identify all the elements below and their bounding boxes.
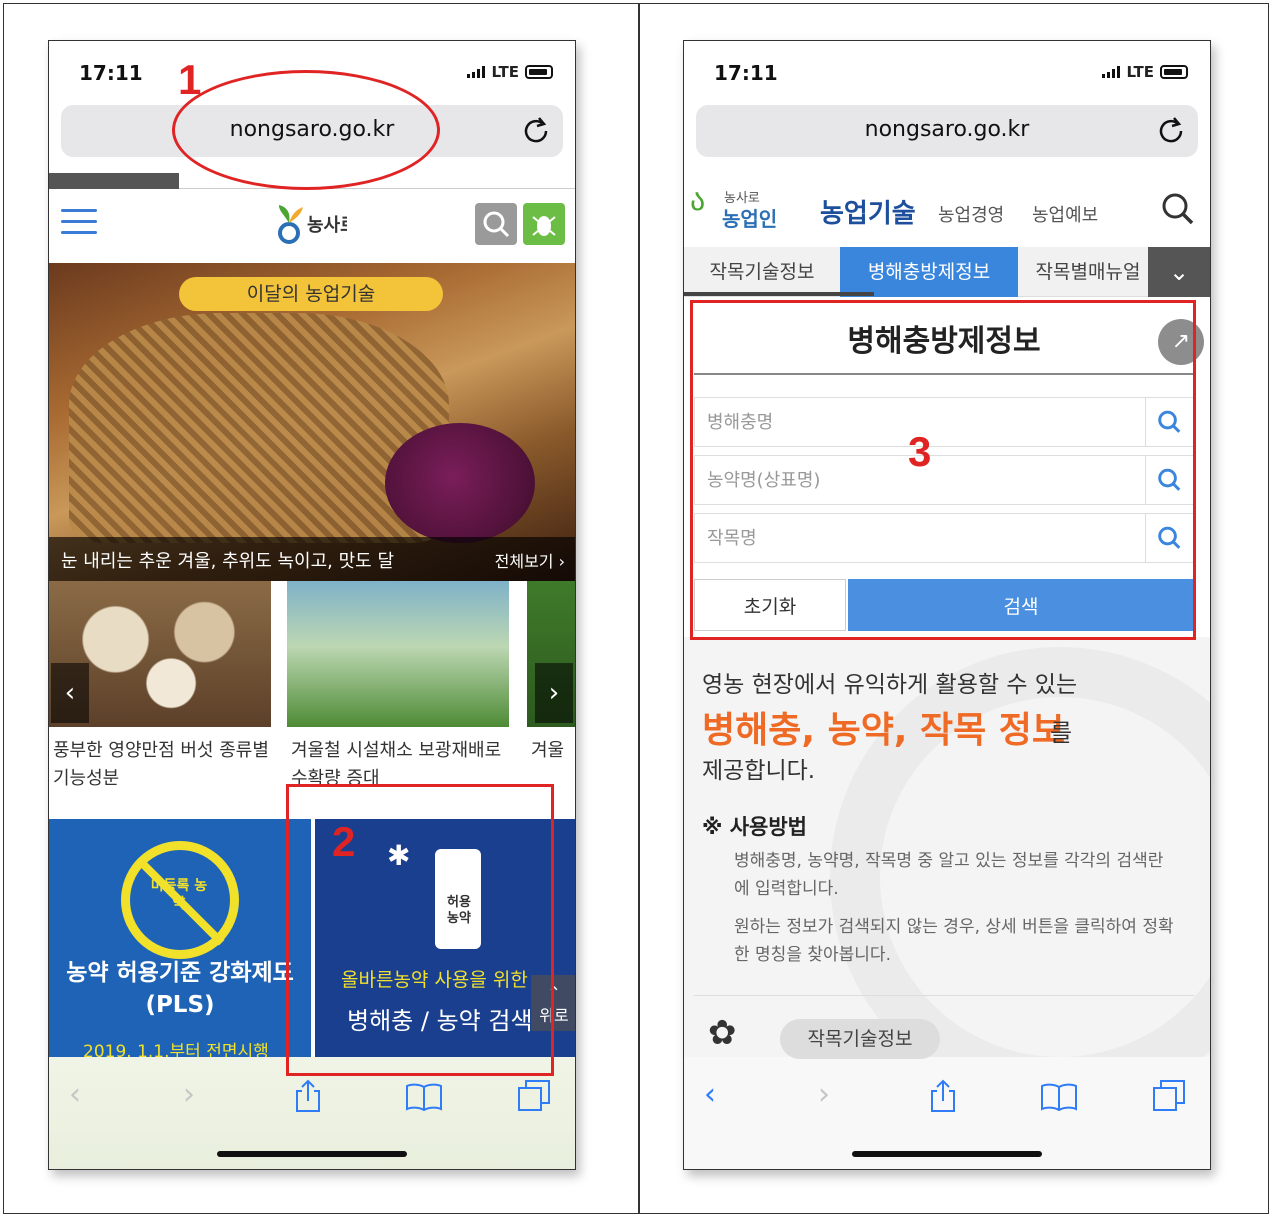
- site-logo[interactable]: 농사로: [277, 197, 357, 254]
- article-caption: 풍부한 영양만점 버섯 종류별 기능성분: [53, 740, 269, 789]
- status-time: 17:11: [714, 61, 778, 85]
- annotation-number-3: 3: [908, 428, 932, 475]
- sign-text: 미등록 농약: [150, 878, 208, 912]
- sprout-hand-icon: ✿: [708, 1013, 737, 1053]
- logo-sprout-icon: ა: [690, 183, 706, 218]
- status-bar: 17:11 LTE: [684, 41, 1210, 99]
- back-icon[interactable]: ‹: [69, 1077, 81, 1112]
- intro-highlight-suffix: 를: [1050, 719, 1073, 747]
- url-text: nongsaro.go.kr: [864, 117, 1030, 142]
- hero-caption-text: 눈 내리는 추운 겨울, 추위도 녹이고, 맛도 달: [61, 551, 395, 572]
- tab-crop-tech[interactable]: 작목기술정보: [684, 247, 840, 297]
- reload-icon[interactable]: [1156, 115, 1186, 145]
- share-icon[interactable]: [293, 1079, 323, 1113]
- intro-line3: 제공합니다.: [702, 758, 816, 784]
- tabs-icon[interactable]: [1152, 1079, 1186, 1113]
- intro-line1: 영농 현장에서 유익하게 활용할 수 있는: [702, 672, 1078, 698]
- status-icons: LTE: [1102, 63, 1188, 81]
- bookmarks-icon[interactable]: [405, 1083, 443, 1111]
- signal-icon: [1102, 66, 1121, 78]
- search-icon[interactable]: [475, 203, 517, 245]
- nav-sub-management[interactable]: 농업경영: [938, 201, 1004, 227]
- hero-banner[interactable]: 이달의 농업기술 눈 내리는 추운 겨울, 추위도 녹이고, 맛도 달 전체보기…: [49, 263, 575, 581]
- svg-text:농사로: 농사로: [307, 215, 347, 236]
- network-label: LTE: [1126, 63, 1154, 81]
- howto-title: ※ 사용방법: [702, 815, 808, 839]
- tab-pest-control[interactable]: 병해충방제정보: [840, 247, 1018, 297]
- pls-title: 농약 허용기준 강화제도(PLS): [66, 960, 294, 1018]
- pls-banner[interactable]: 미등록 농약 농약 허용기준 강화제도(PLS) 2019. 1.1.부터 전면…: [49, 819, 311, 1062]
- share-icon[interactable]: [928, 1079, 958, 1113]
- nav-title[interactable]: 농업기술: [820, 193, 916, 230]
- forward-icon[interactable]: ›: [818, 1077, 830, 1112]
- howto-step1: 병해충명, 농약명, 작목명 중 알고 있는 정보를 각각의 검색란에 입력합니…: [734, 851, 1164, 899]
- chevron-down-icon[interactable]: ⌄: [1148, 247, 1210, 297]
- annotation-number-1: 1: [178, 56, 202, 103]
- section-divider: [694, 995, 1194, 996]
- category-tabs: 작목기술정보 병해충방제정보 작목별매뉴얼 ⌄: [684, 247, 1210, 297]
- bookmarks-icon[interactable]: [1040, 1083, 1078, 1111]
- carousel-prev-button[interactable]: ‹: [51, 663, 89, 723]
- bug-icon[interactable]: [523, 203, 565, 245]
- howto-step2: 원하는 정보가 검색되지 않는 경우, 상세 버튼을 클릭하여 정확한 명칭을 …: [734, 917, 1174, 965]
- annotation-number-2: 2: [332, 818, 356, 865]
- home-indicator: [852, 1151, 1042, 1157]
- back-icon[interactable]: ‹: [704, 1077, 716, 1112]
- intro-highlight: 병해충, 농약, 작목 정보: [702, 710, 1066, 751]
- home-indicator: [217, 1151, 407, 1157]
- article-caption: 겨울: [531, 740, 565, 761]
- annotation-box-search: [690, 300, 1196, 640]
- tab-crop-manual[interactable]: 작목별매뉴얼: [1018, 247, 1158, 297]
- greenhouse-image: [287, 581, 509, 727]
- carousel-next-button[interactable]: ›: [535, 663, 573, 723]
- search-icon[interactable]: [1160, 191, 1196, 227]
- article-card[interactable]: 겨울철 시설채소 보광재배로 수확량 증대: [287, 581, 509, 811]
- tabs-icon[interactable]: [517, 1079, 551, 1113]
- hero-badge: 이달의 농업기술: [179, 277, 443, 311]
- site-header: 농사로: [49, 189, 575, 261]
- annotation-box-banner: [286, 784, 554, 1076]
- sweet-potato-image: [385, 423, 535, 543]
- hero-caption: 눈 내리는 추운 겨울, 추위도 녹이고, 맛도 달 전체보기 ›: [49, 537, 575, 581]
- logo-main[interactable]: 농업인: [722, 203, 777, 232]
- article-carousel: 풍부한 영양만점 버섯 종류별 기능성분 겨울철 시설채소 보광재배로 수확량 …: [49, 581, 575, 811]
- nav-sub-forecast[interactable]: 농업예보: [1032, 201, 1098, 227]
- battery-icon: [1160, 65, 1188, 79]
- status-time: 17:11: [79, 61, 143, 85]
- network-label: LTE: [491, 63, 519, 81]
- browser-toolbar: ‹ ›: [684, 1057, 1210, 1169]
- menu-icon[interactable]: [61, 209, 97, 235]
- address-bar[interactable]: nongsaro.go.kr: [696, 105, 1198, 157]
- status-icons: LTE: [467, 63, 553, 81]
- battery-icon: [525, 65, 553, 79]
- tab-underline: [684, 292, 874, 296]
- reload-icon[interactable]: [521, 115, 551, 145]
- forward-icon[interactable]: ›: [183, 1077, 195, 1112]
- signal-icon: [467, 66, 486, 78]
- annotation-ellipse-url: [172, 70, 440, 190]
- view-all-link[interactable]: 전체보기 ›: [495, 548, 565, 572]
- section-label: 작목기술정보: [780, 1019, 940, 1059]
- panel-divider: [638, 3, 640, 1214]
- site-header: ა 농사로 농업인 농업기술 농업경영 농업예보: [684, 171, 1210, 247]
